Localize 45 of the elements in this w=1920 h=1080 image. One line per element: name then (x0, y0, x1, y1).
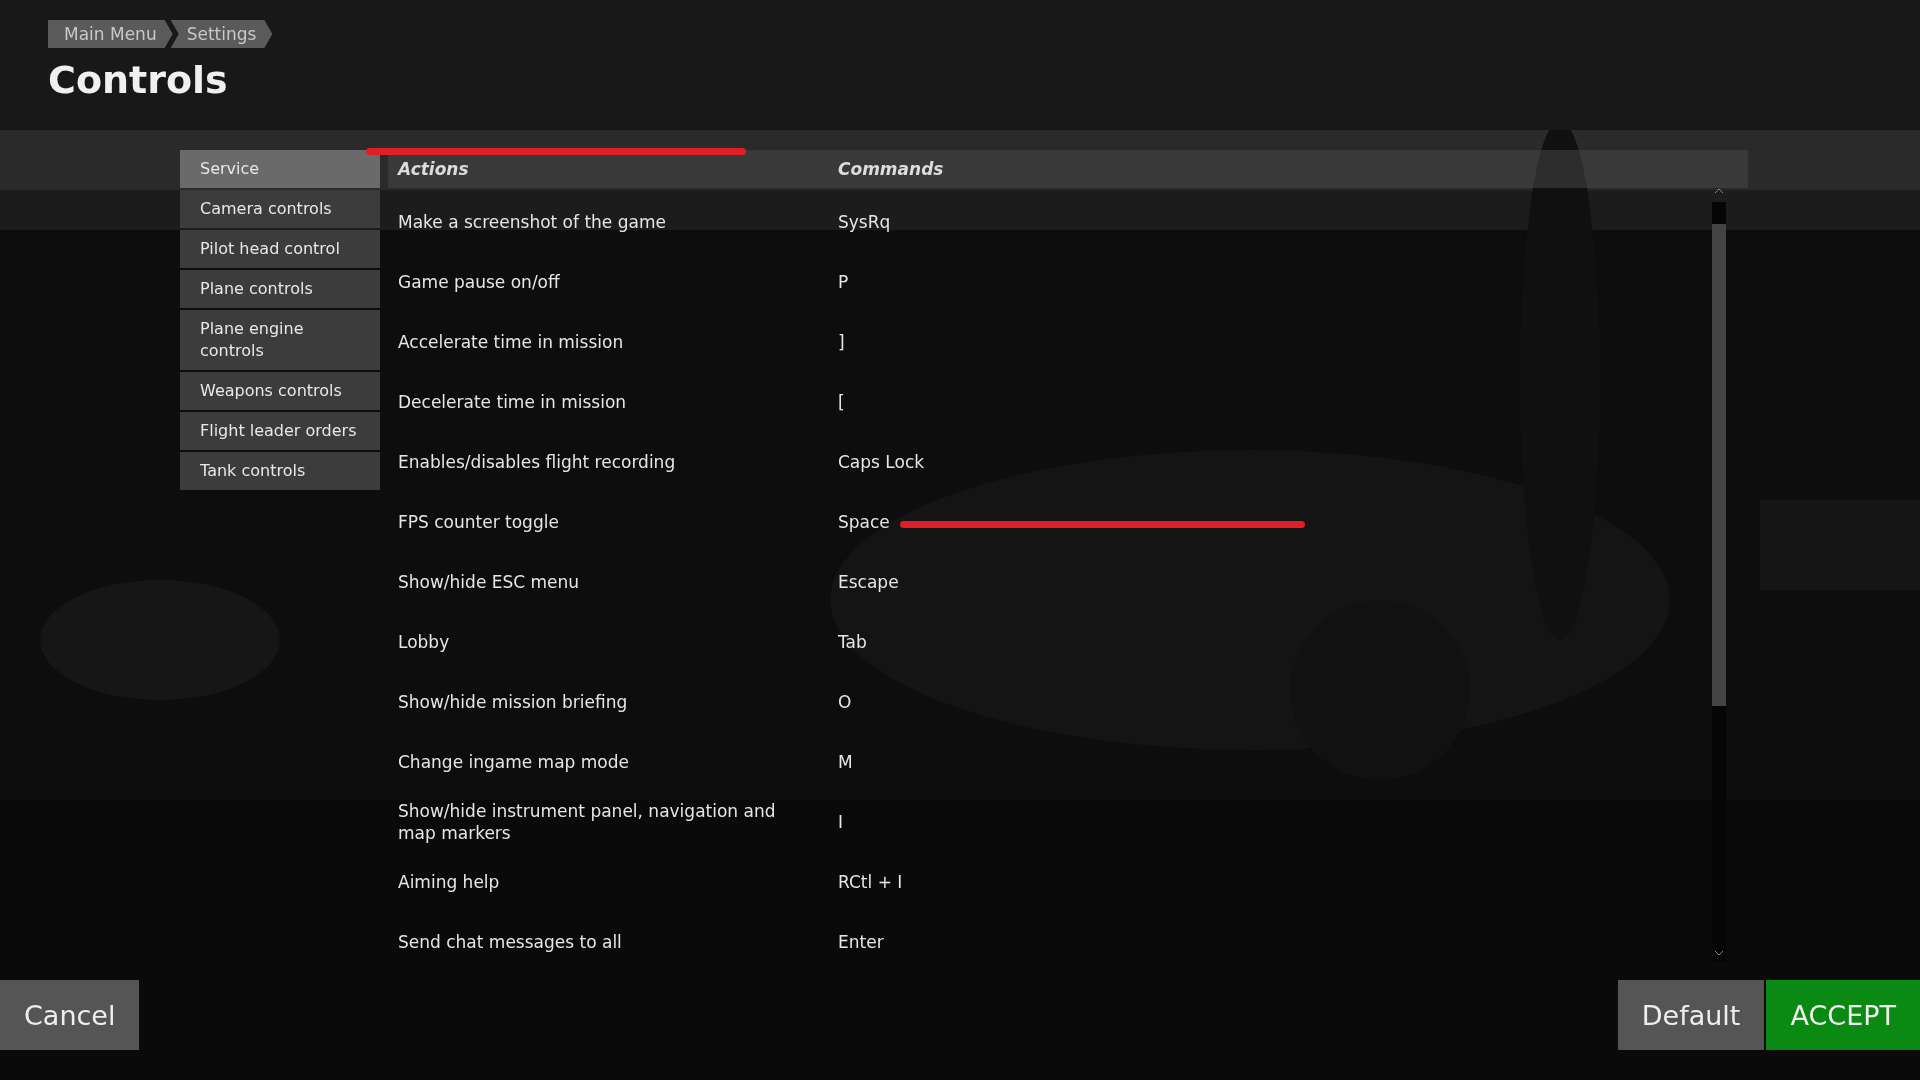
scroll-down-icon[interactable] (1714, 950, 1724, 956)
command-cell[interactable]: I (828, 811, 1748, 833)
action-cell-text: Decelerate time in mission (397, 391, 628, 413)
action-cell-text: Game pause on/off (397, 271, 561, 293)
command-cell[interactable]: P (828, 271, 1748, 293)
command-cell[interactable]: Space (828, 511, 1748, 533)
column-header: Actions (396, 159, 470, 179)
scroll-thumb[interactable] (1712, 224, 1726, 706)
action-cell-text: Enables/disables flight recording (397, 451, 677, 473)
action-cell-text: Show/hide ESC menu (397, 571, 581, 593)
category-item[interactable]: Tank controls (180, 452, 380, 490)
command-cell[interactable]: Caps Lock (828, 451, 1748, 473)
accept-button[interactable]: ACCEPT (1766, 980, 1920, 1050)
category-item[interactable]: Camera controls (180, 190, 380, 228)
page-title: Controls (48, 58, 229, 102)
column-header: Commands (837, 159, 945, 179)
command-cell[interactable]: [ (828, 391, 1748, 413)
action-cell-text: Make a screenshot of the game (397, 211, 667, 233)
action-cell-text: Send chat messages to all (397, 931, 623, 953)
command-cell[interactable]: Enter (828, 931, 1748, 953)
cancel-button[interactable]: Cancel (0, 980, 140, 1050)
breadcrumb-link[interactable]: Main Menu (48, 20, 173, 48)
action-cell-text: Change ingame map mode (397, 751, 630, 773)
default-button[interactable]: Default (1617, 980, 1765, 1050)
action-cell-text: Accelerate time in mission (397, 331, 625, 353)
category-item[interactable]: Flight leader orders (180, 412, 380, 450)
action-cell-text: Show/hide mission briefing (397, 691, 629, 713)
category-item[interactable]: Pilot head control (180, 230, 380, 268)
command-cell[interactable]: O (828, 691, 1748, 713)
breadcrumb-link[interactable]: Settings (170, 20, 273, 48)
command-cell[interactable]: ] (828, 331, 1748, 353)
category-item[interactable]: Weapons controls (180, 372, 380, 410)
category-item[interactable]: Plane controls (180, 270, 380, 308)
action-cell-text: Aiming help (397, 871, 501, 893)
action-cell-text: Show/hide instrument panel, navigation and map markers (397, 800, 777, 844)
category-item[interactable]: Service (180, 150, 380, 188)
scroll-up-icon[interactable] (1714, 188, 1724, 194)
command-cell[interactable]: SysRq (828, 211, 1748, 233)
action-cell-text: FPS counter toggle (397, 511, 560, 533)
action-cell-text: Lobby (397, 631, 451, 653)
command-cell[interactable]: M (828, 751, 1748, 773)
category-item[interactable]: Plane engine controls (180, 310, 380, 370)
command-cell[interactable]: Tab (828, 631, 1748, 653)
command-cell[interactable]: RCtl + I (828, 871, 1748, 893)
command-cell[interactable]: Escape (828, 571, 1748, 593)
